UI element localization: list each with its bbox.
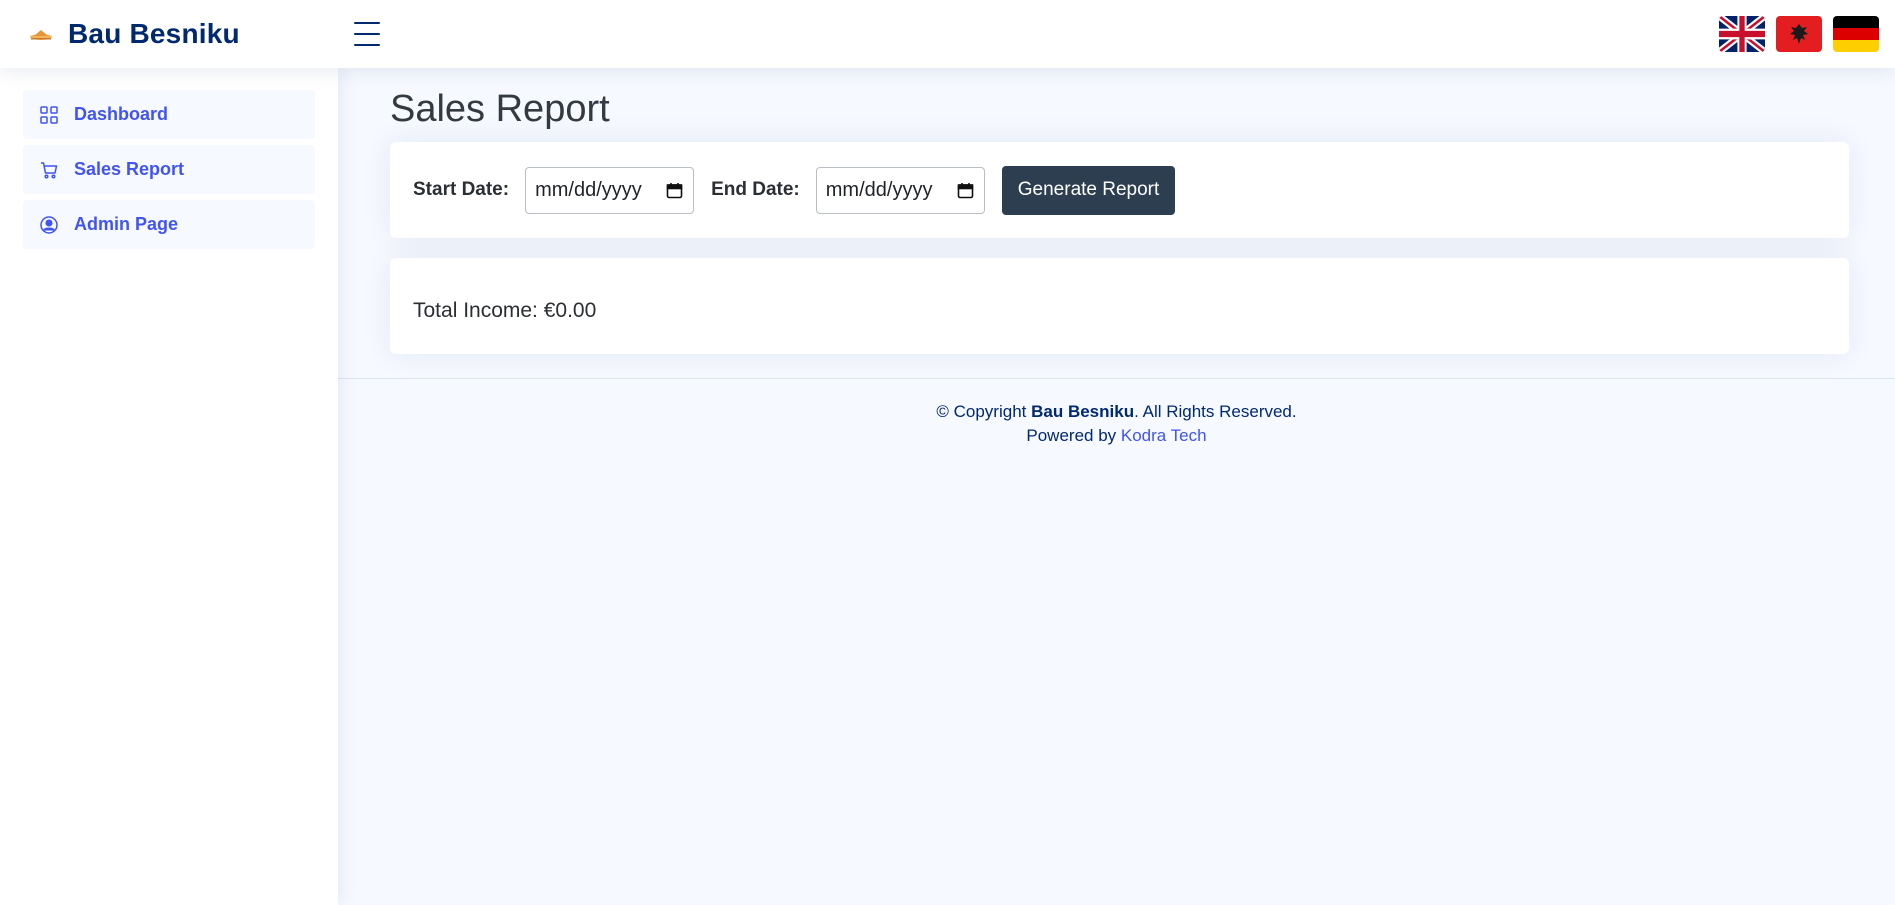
powered-by-line: Powered by Kodra Tech (338, 424, 1895, 448)
start-date-input[interactable]: mm/dd/yyyy (525, 166, 695, 214)
uk-flag-icon[interactable] (1719, 16, 1765, 52)
grid-icon (40, 105, 58, 124)
hamburger-icon[interactable] (354, 22, 380, 46)
sidebar: Dashboard Sales Report Admin Page (0, 68, 338, 905)
end-date-input[interactable]: mm/dd/yyyy (815, 166, 985, 214)
page-title: Sales Report (390, 88, 610, 130)
report-filter-card: Start Date: mm/dd/yyyy End Date: mm/dd/y… (390, 142, 1849, 238)
kodra-tech-link[interactable]: Kodra Tech (1121, 426, 1207, 445)
language-switcher (1719, 16, 1879, 52)
logo[interactable]: Bau Besniku (28, 18, 346, 50)
total-income-card: Total Income: €0.00 (390, 258, 1849, 354)
sidebar-item-label: Admin Page (74, 214, 179, 234)
brand-name: Bau Besniku (68, 18, 240, 49)
copyright-prefix: © Copyright (936, 402, 1032, 421)
copyright-rights: . All Rights Reserved. (1134, 402, 1297, 421)
end-date-label: End Date: (711, 179, 800, 200)
total-income-text: Total Income: €0.00 (413, 299, 597, 322)
copyright-line: © Copyright Bau Besniku. All Rights Rese… (338, 400, 1895, 424)
sidebar-item-dashboard[interactable]: Dashboard (23, 90, 315, 139)
calendar-icon[interactable] (666, 182, 683, 199)
person-circle-icon (40, 215, 58, 234)
sidebar-item-label: Dashboard (74, 104, 169, 124)
end-date-placeholder: mm/dd/yyyy (825, 178, 933, 201)
generate-report-button[interactable]: Generate Report (1001, 165, 1176, 215)
germany-flag-icon[interactable] (1833, 16, 1879, 52)
footer: © Copyright Bau Besniku. All Rights Rese… (338, 400, 1895, 448)
sidebar-item-label: Sales Report (74, 159, 185, 179)
powered-by-text: Powered by (1026, 426, 1121, 445)
sidebar-item-admin-page[interactable]: Admin Page (23, 200, 315, 249)
start-date-placeholder: mm/dd/yyyy (535, 178, 642, 201)
logo-icon (30, 30, 52, 40)
sidebar-item-sales-report[interactable]: Sales Report (23, 145, 315, 194)
top-header: Bau Besniku (0, 0, 1895, 68)
main-content: Sales Report Start Date: mm/dd/yyyy End … (338, 68, 1895, 905)
copyright-company: Bau Besniku (1031, 402, 1135, 421)
albania-flag-icon[interactable] (1776, 16, 1822, 52)
cart-icon (40, 161, 58, 179)
footer-divider (338, 378, 1895, 379)
calendar-icon[interactable] (957, 182, 974, 199)
start-date-label: Start Date: (413, 179, 510, 200)
